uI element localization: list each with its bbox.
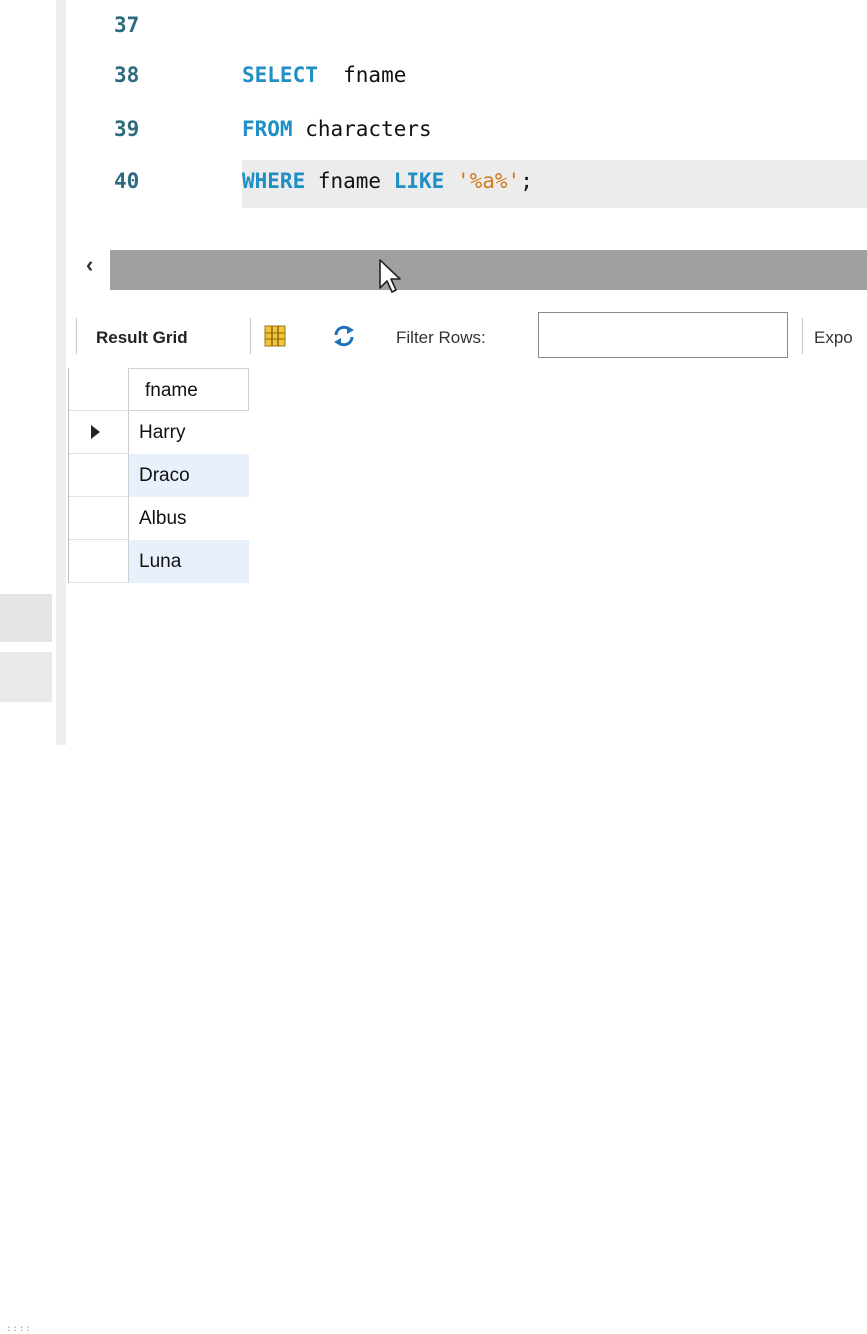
sql-identifier: fname: [317, 63, 407, 87]
row-indicator[interactable]: [69, 411, 129, 454]
toolbar-separator: [802, 318, 803, 354]
toolbar-separator: [76, 318, 77, 354]
horizontal-scrollbar[interactable]: ‹: [66, 250, 867, 290]
scroll-left-arrow-icon[interactable]: ‹: [86, 252, 93, 278]
result-toolbar: Result Grid Filter Rows: Expo: [66, 312, 867, 362]
row-header-corner[interactable]: [69, 368, 129, 411]
sql-keyword: SELECT: [242, 63, 318, 87]
sql-identifier: ;: [520, 169, 533, 193]
gutter-stripe: [56, 0, 66, 745]
grid-cell-fname[interactable]: Luna: [129, 540, 249, 583]
code-text[interactable]: FROM characters: [242, 108, 432, 150]
editor-line[interactable]: 37: [66, 4, 867, 46]
sql-keyword: LIKE: [393, 169, 445, 193]
row-indicator[interactable]: [69, 540, 129, 583]
table-row[interactable]: Draco: [69, 454, 251, 497]
editor-line[interactable]: 38 SELECT fname: [66, 54, 867, 96]
result-grid: fname Harry Draco Albus Luna: [68, 368, 251, 583]
grid-cell-fname[interactable]: Draco: [129, 454, 249, 497]
toolbar-separator: [250, 318, 251, 354]
sql-keyword: WHERE: [242, 169, 306, 193]
line-number: 37: [114, 13, 140, 37]
side-panel-grip[interactable]: ::::: [0, 652, 52, 1334]
line-number: 40: [114, 169, 140, 193]
current-row-arrow-icon: [91, 425, 100, 439]
sql-identifier: characters: [292, 117, 432, 141]
mouse-cursor-icon: [379, 259, 401, 293]
table-row[interactable]: Albus: [69, 497, 251, 540]
sql-identifier: fname: [305, 169, 394, 193]
grid-header-row: fname: [69, 368, 251, 411]
table-row[interactable]: Harry: [69, 411, 251, 454]
filter-rows-input[interactable]: [538, 312, 788, 358]
export-button[interactable]: Expo: [814, 328, 853, 348]
sql-string: '%a%': [456, 169, 521, 193]
line-number: 39: [114, 117, 140, 141]
grid-cell-fname[interactable]: Albus: [129, 497, 249, 540]
grid-icon[interactable]: [264, 325, 286, 347]
grip-dots-icon: ::::: [6, 1324, 32, 1334]
line-number: 38: [114, 63, 140, 87]
refresh-icon[interactable]: [332, 324, 356, 348]
editor-line[interactable]: 39 FROM characters: [66, 108, 867, 150]
filter-rows-label: Filter Rows:: [396, 328, 486, 347]
code-text[interactable]: WHERE fname LIKE '%a%';: [242, 160, 533, 202]
scrollbar-thumb[interactable]: [110, 250, 867, 290]
side-panel-block[interactable]: [0, 594, 52, 642]
sql-keyword: FROM: [242, 117, 293, 141]
table-row[interactable]: Luna: [69, 540, 251, 583]
row-indicator[interactable]: [69, 454, 129, 497]
sql-editor[interactable]: 37 38 SELECT fname 39 FROM characters 40 WHERE…: [66, 0, 867, 242]
result-grid-tab[interactable]: Result Grid: [96, 328, 188, 348]
code-text[interactable]: SELECT fname: [242, 54, 406, 96]
grid-cell-fname[interactable]: Harry: [129, 411, 249, 454]
row-indicator[interactable]: [69, 497, 129, 540]
column-header-fname[interactable]: fname: [129, 368, 249, 411]
editor-line[interactable]: 40 WHERE fname LIKE '%a%';: [66, 160, 867, 208]
sql-identifier: [444, 169, 457, 193]
left-panel-strip: ::::: [0, 0, 66, 1334]
